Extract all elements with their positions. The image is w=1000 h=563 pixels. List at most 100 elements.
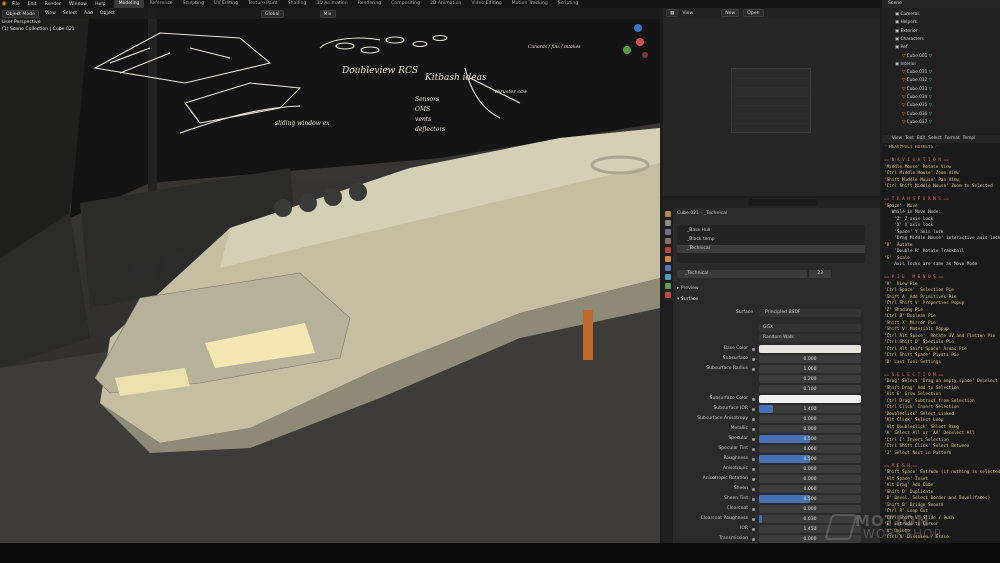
value-slider[interactable]: 0.500 (759, 495, 861, 503)
value-slider[interactable]: 0.000 (759, 425, 861, 433)
value-slider[interactable]: 0.000 (759, 465, 861, 473)
material-tab-icon[interactable] (665, 292, 671, 298)
value-slider[interactable]: 0.000 (759, 355, 861, 363)
transform-orientation-dropdown[interactable]: Global (260, 9, 284, 18)
value-slider[interactable]: 0.000 (759, 485, 861, 493)
render-tab-icon[interactable] (665, 220, 671, 226)
menu-2[interactable]: Render (41, 2, 65, 7)
workspace-tab-10[interactable]: Video Editing (466, 0, 506, 8)
socket-dot-icon[interactable] (752, 467, 755, 471)
material-slot[interactable]: _Technical (677, 245, 865, 253)
value-slider[interactable]: 0.000 (759, 415, 861, 423)
value-slider[interactable]: 0.000 (759, 505, 861, 513)
overlay-mix-dropdown[interactable]: Mix (319, 9, 336, 18)
editor-type-icon[interactable]: ▦ (666, 9, 679, 17)
socket-dot-icon[interactable] (752, 417, 755, 421)
particles-tab-icon[interactable] (665, 274, 671, 280)
socket-dot-icon[interactable] (752, 407, 755, 411)
socket-dot-icon[interactable] (752, 527, 755, 531)
value-slider[interactable]: 0.000 (759, 475, 861, 483)
workspace-tab-7[interactable]: Rendering (353, 0, 386, 8)
menu-4[interactable]: Help (91, 2, 109, 7)
outliner-item[interactable]: ▽ Cube.035 ▽ (902, 103, 932, 108)
material-name-field[interactable]: _Technical (677, 270, 807, 278)
distribution-dropdown[interactable]: GGX (759, 324, 861, 332)
color-swatch[interactable] (759, 345, 861, 353)
menu-0[interactable]: File (8, 2, 24, 7)
workspace-tab-2[interactable]: Sculpting (178, 0, 209, 8)
value-slider[interactable]: 0.500 (759, 435, 861, 443)
workspace-tab-12[interactable]: Scripting (553, 0, 583, 8)
viewport-menu-3[interactable]: Object (100, 11, 115, 16)
outliner-item[interactable]: ▣ Cameras (895, 12, 920, 17)
outliner-item[interactable]: ▽ Cube.033 ▽ (902, 87, 932, 92)
text-editor-menu-3[interactable]: Select (928, 135, 941, 143)
color-swatch[interactable] (759, 395, 861, 403)
workspace-tab-9[interactable]: 2D Animation (425, 0, 466, 8)
socket-dot-icon[interactable] (752, 347, 755, 351)
workspace-tab-6[interactable]: 3D Animation (311, 0, 352, 8)
value-slider[interactable]: 0.100 (759, 385, 861, 393)
workspace-tab-5[interactable]: Shading (283, 0, 312, 8)
text-editor-menu-5[interactable]: Templ (963, 135, 976, 143)
physics-tab-icon[interactable] (665, 283, 671, 289)
world-tab-icon[interactable] (665, 247, 671, 253)
socket-dot-icon[interactable] (752, 357, 755, 361)
text-editor-menu-2[interactable]: Edit (917, 135, 925, 143)
outliner-item[interactable]: ▣ Ref (895, 45, 907, 50)
surface-panel-header[interactable]: ▾ Surface (677, 297, 698, 302)
text-editor[interactable]: View Text Edit Select Format Templ ' HEAVYPOL… (882, 135, 1000, 543)
tool-tab-icon[interactable] (665, 211, 671, 217)
socket-dot-icon[interactable] (752, 517, 755, 521)
outliner-item[interactable]: ▽ Cube.031 ▽ (902, 70, 932, 75)
socket-dot-icon[interactable] (752, 497, 755, 501)
outliner-item[interactable]: ▣ Exterior (895, 29, 917, 34)
new-image-button[interactable]: New (721, 9, 740, 17)
output-tab-icon[interactable] (665, 229, 671, 235)
value-slider[interactable]: 1.000 (759, 365, 861, 373)
socket-dot-icon[interactable] (752, 447, 755, 451)
socket-dot-icon[interactable] (752, 477, 755, 481)
outliner-item[interactable]: ▽ Cube.037 ▽ (902, 120, 932, 125)
workspace-tab-8[interactable]: Compositing (386, 0, 425, 8)
viewport-menu-2[interactable]: Add (84, 11, 93, 16)
viewport-menu-0[interactable]: View (45, 11, 56, 16)
subsurface-method-dropdown[interactable]: Random Walk (759, 334, 861, 342)
material-slots-list[interactable]: _Base Hull _Black temp _Technical (677, 225, 865, 263)
menu-1[interactable]: Edit (24, 2, 41, 7)
socket-dot-icon[interactable] (752, 537, 755, 541)
socket-dot-icon[interactable] (752, 427, 755, 431)
viewport-menu-1[interactable]: Select (63, 11, 77, 16)
open-image-button[interactable]: Open (743, 9, 764, 17)
uv-editor-panel[interactable] (663, 8, 880, 196)
menu-3[interactable]: Window (65, 2, 91, 7)
text-editor-menu-1[interactable]: Text (905, 135, 914, 143)
value-slider[interactable]: 0.500 (759, 455, 861, 463)
scene-tab-icon[interactable] (665, 238, 671, 244)
text-editor-menu-0[interactable]: View (892, 135, 902, 143)
value-slider[interactable]: 0.000 (759, 445, 861, 453)
shader-dropdown[interactable]: Principled BSDF (759, 309, 861, 317)
workspace-tab-0[interactable]: Modeling (113, 0, 145, 8)
socket-dot-icon[interactable] (752, 457, 755, 461)
blender-logo-icon[interactable]: ◉ (0, 0, 8, 8)
mode-dropdown[interactable]: Object Mode (2, 9, 39, 18)
workspace-tab-11[interactable]: Motion Tracking (507, 0, 553, 8)
socket-dot-icon[interactable] (752, 397, 755, 401)
outliner-item[interactable]: ▽ Cube.034 ▽ (902, 95, 932, 100)
outliner-item[interactable]: ▽ Cube.001 ▽ (902, 54, 932, 59)
object-tab-icon[interactable] (665, 256, 671, 262)
outliner-item[interactable]: ▣ Interior (895, 62, 916, 67)
text-editor-menu-4[interactable]: Format (945, 135, 960, 143)
preview-panel-header[interactable]: ▸ Preview (677, 286, 699, 291)
3d-viewport[interactable]: Doubleview RCS Kitbash ideas Sensors OMS… (0, 8, 660, 543)
socket-dot-icon[interactable] (752, 367, 755, 371)
modifier-tab-icon[interactable] (665, 265, 671, 271)
outliner-item[interactable]: ▣ Helpers (895, 20, 917, 25)
outliner-item[interactable]: ▽ Cube.032 ▽ (902, 78, 932, 83)
material-slot[interactable]: _Base Hull (677, 227, 865, 235)
material-slot[interactable]: _Black temp (677, 236, 865, 244)
socket-dot-icon[interactable] (752, 507, 755, 511)
workspace-tab-3[interactable]: UV Editing (209, 0, 243, 8)
properties-search[interactable] (748, 199, 818, 206)
